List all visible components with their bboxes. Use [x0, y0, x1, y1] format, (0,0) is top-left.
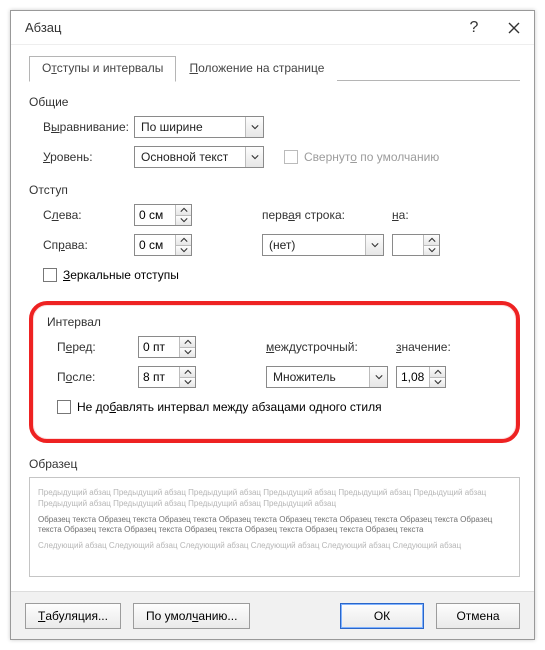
indent-right-spinner[interactable]: 0 см	[134, 234, 192, 256]
spacing-before-spinner[interactable]: 0 пт	[138, 336, 196, 358]
indent-right-label: Справа:	[29, 238, 134, 252]
spacing-before-label: Перед:	[43, 340, 138, 354]
group-spacing-label: Интервал	[47, 315, 506, 329]
spacing-after-spinner[interactable]: 8 пт	[138, 366, 196, 388]
help-button[interactable]: ?	[454, 11, 494, 45]
spinner-down-icon[interactable]	[424, 246, 439, 256]
line-spacing-combo[interactable]: Множитель	[266, 366, 388, 388]
spacing-at-label: значение:	[396, 340, 451, 354]
no-space-same-style-checkbox[interactable]: Не добавлять интервал между абзацами одн…	[57, 400, 382, 414]
spinner-up-icon[interactable]	[430, 367, 445, 378]
sample-next: Следующий абзац Следующий абзац Следующи…	[38, 541, 511, 552]
alignment-label: Выравнивание:	[29, 120, 134, 134]
indent-left-spinner[interactable]: 0 см	[134, 204, 192, 226]
sample-prev: Предыдущий абзац Предыдущий абзац Предыд…	[38, 488, 511, 510]
group-sample: Образец Предыдущий абзац Предыдущий абза…	[29, 457, 520, 577]
indent-by-spinner[interactable]	[392, 234, 440, 256]
spacing-after-label: После:	[43, 370, 138, 384]
group-general: Общие Выравнивание: По ширине Уровень: О…	[29, 95, 520, 169]
chevron-down-icon	[369, 367, 387, 387]
group-general-label: Общие	[29, 95, 520, 109]
chevron-down-icon	[245, 117, 263, 137]
mirror-indents-checkbox[interactable]: Зеркальные отступы	[43, 268, 179, 282]
first-line-label: первая строка:	[262, 208, 392, 222]
dialog-title: Абзац	[25, 20, 454, 35]
chevron-down-icon	[365, 235, 383, 255]
tab-indents[interactable]: Отступы и интервалы	[29, 56, 176, 82]
sample-preview: Предыдущий абзац Предыдущий абзац Предыд…	[29, 477, 520, 577]
alignment-combo[interactable]: По ширине	[134, 116, 264, 138]
spinner-up-icon[interactable]	[176, 235, 191, 246]
ok-button[interactable]: ОК	[340, 603, 424, 629]
spinner-up-icon[interactable]	[180, 367, 195, 378]
indent-by-label: на:	[392, 208, 409, 222]
collapse-checkbox: Свернуто по умолчанию	[284, 150, 439, 164]
paragraph-dialog: Абзац ? Отступы и интервалы Положение на…	[10, 10, 535, 640]
spinner-up-icon[interactable]	[176, 205, 191, 216]
spinner-down-icon[interactable]	[176, 216, 191, 226]
group-indent-label: Отступ	[29, 183, 520, 197]
first-line-combo[interactable]: (нет)	[262, 234, 384, 256]
spinner-down-icon[interactable]	[180, 378, 195, 388]
sample-mid: Образец текста Образец текста Образец те…	[38, 515, 511, 537]
spinner-up-icon[interactable]	[180, 337, 195, 348]
titlebar: Абзац ?	[11, 11, 534, 45]
group-indent: Отступ Слева: 0 см первая строка: на:	[29, 183, 520, 287]
level-combo[interactable]: Основной текст	[134, 146, 264, 168]
close-button[interactable]	[494, 11, 534, 45]
spacing-at-spinner[interactable]: 1,08	[396, 366, 446, 388]
tab-bar: Отступы и интервалы Положение на страниц…	[29, 55, 520, 81]
dialog-footer: Табуляция... По умолчанию... ОК Отмена	[11, 591, 534, 639]
line-spacing-label: междустрочный:	[266, 340, 396, 354]
level-label: Уровень:	[29, 150, 134, 164]
tabs-button[interactable]: Табуляция...	[25, 603, 121, 629]
group-sample-label: Образец	[29, 457, 520, 471]
spinner-down-icon[interactable]	[176, 246, 191, 256]
spinner-down-icon[interactable]	[430, 378, 445, 388]
spinner-up-icon[interactable]	[424, 235, 439, 246]
spinner-down-icon[interactable]	[180, 348, 195, 358]
chevron-down-icon	[245, 147, 263, 167]
cancel-button[interactable]: Отмена	[436, 603, 520, 629]
tab-position[interactable]: Положение на странице	[176, 56, 337, 82]
indent-left-label: Слева:	[29, 208, 134, 222]
default-button[interactable]: По умолчанию...	[133, 603, 250, 629]
group-spacing-highlight: Интервал Перед: 0 пт междустрочный: знач…	[29, 301, 520, 443]
